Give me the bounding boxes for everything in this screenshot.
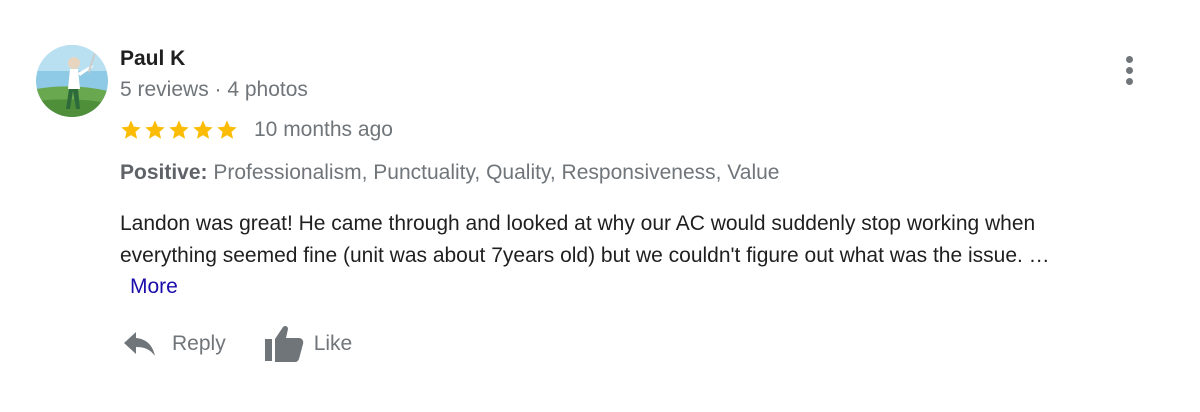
like-button[interactable]: Like (264, 322, 353, 366)
more-options-button[interactable] (1114, 52, 1146, 88)
reviewer-name[interactable]: Paul K (120, 46, 185, 72)
reviewer-stats[interactable]: 5 reviews · 4 photos (120, 77, 308, 103)
review-line: Landon was great! He came through and lo… (120, 212, 1036, 235)
reply-label: Reply (172, 332, 226, 355)
thumbs-up-icon (264, 324, 304, 364)
star-icon (121, 120, 141, 139)
like-label: Like (313, 332, 353, 355)
avatar[interactable] (36, 45, 108, 117)
review-line: everything seemed fine (unit was about 7… (120, 244, 1050, 267)
reply-button[interactable]: Reply (122, 322, 226, 366)
more-vertical-icon (1126, 56, 1133, 63)
star-icon (145, 120, 165, 139)
avatar-image (36, 45, 108, 117)
more-vertical-icon-dot (1126, 67, 1133, 74)
positive-items: Professionalism, Punctuality, Quality, R… (207, 161, 780, 184)
review-actions: Reply Like (122, 322, 352, 366)
review-card: Paul K 5 reviews · 4 photos 10 months ag… (0, 0, 1200, 412)
reply-icon (122, 330, 158, 358)
star-rating (120, 119, 238, 141)
positive-label: Positive: (120, 161, 208, 184)
more-vertical-icon-dot (1126, 78, 1133, 85)
star-icon (217, 120, 237, 139)
star-icon (193, 120, 213, 139)
rating-row: 10 months ago (120, 116, 393, 144)
star-icon (169, 120, 189, 139)
more-link[interactable]: More (130, 273, 178, 301)
positive-highlights: Positive: Professionalism, Punctuality, … (120, 160, 779, 186)
review-body: Landon was great! He came through and lo… (120, 208, 1160, 272)
review-time: 10 months ago (254, 118, 393, 141)
